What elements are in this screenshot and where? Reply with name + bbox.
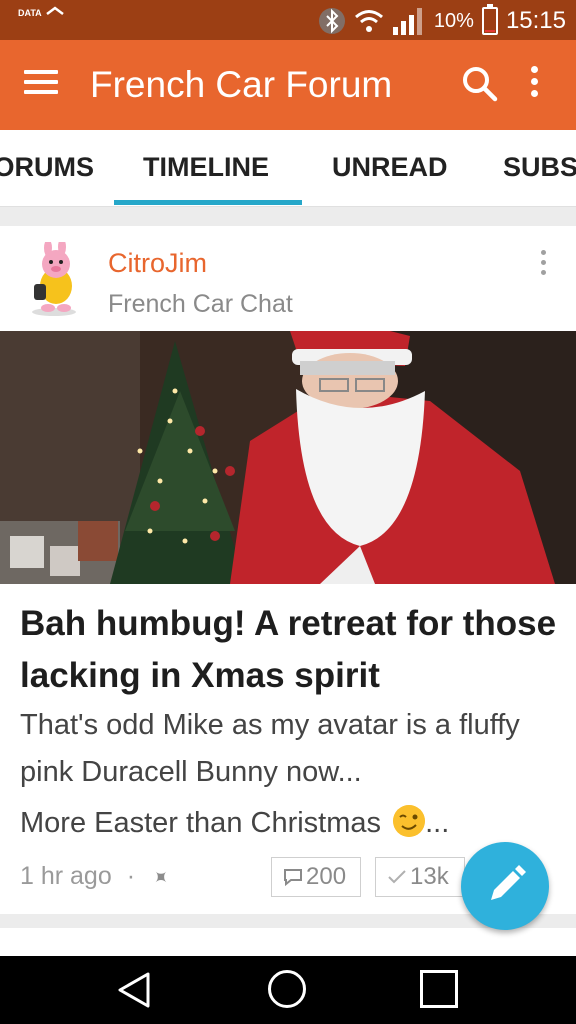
app-title: French Car Forum: [90, 64, 393, 105]
post-excerpt: That's odd Mike as my avatar is a fluffy…: [20, 702, 560, 847]
menu-icon[interactable]: [24, 70, 58, 100]
battery-percent: 10%: [433, 9, 474, 32]
excerpt-line-2: More Easter than Christmas: [20, 807, 382, 839]
wink-emoji-icon: [393, 805, 426, 837]
tab-subs[interactable]: SUBS: [503, 152, 576, 183]
data-indicator: DATA: [18, 6, 66, 18]
post-title[interactable]: Bah humbug! A retreat for those lacking …: [20, 598, 560, 702]
data-arrows-icon: [46, 6, 64, 15]
avatar[interactable]: [22, 242, 86, 318]
signal-icon: [392, 8, 422, 35]
wifi-icon: [354, 10, 383, 32]
post-author[interactable]: CitroJim: [108, 248, 207, 279]
post-meta: 1 hr ago · ✦: [20, 862, 174, 892]
comments-count[interactable]: 200: [271, 857, 361, 897]
pencil-icon: [491, 865, 526, 900]
post-card[interactable]: CitroJim French Car Chat Bah humbug! A r…: [0, 226, 576, 914]
navigation-bar: [0, 956, 576, 1024]
post-time: 1 hr ago: [20, 862, 112, 890]
tab-unread[interactable]: UNREAD: [332, 152, 448, 183]
meta-separator: ·: [126, 862, 136, 890]
views-count[interactable]: 13k: [375, 857, 465, 897]
search-icon[interactable]: [460, 64, 500, 104]
app-bar: French Car Forum: [0, 40, 576, 130]
post-forum[interactable]: French Car Chat: [108, 290, 293, 314]
excerpt-ellipsis: ...: [425, 807, 450, 839]
tab-bar: FORUMS TIMELINE UNREAD SUBS: [0, 130, 576, 207]
recents-icon[interactable]: [420, 970, 458, 1008]
battery-level: [484, 29, 495, 32]
card-more-icon[interactable]: [536, 250, 550, 284]
data-indicator-label: DATA: [18, 8, 42, 18]
tab-forums[interactable]: FORUMS: [0, 152, 94, 183]
back-icon[interactable]: [114, 970, 154, 1010]
battery-icon: [481, 4, 498, 35]
compose-button[interactable]: [461, 842, 549, 930]
status-icons: 10% 15:15: [318, 4, 566, 36]
excerpt-line-1: That's odd Mike as my avatar is a fluffy…: [20, 709, 520, 788]
comment-icon: [284, 869, 302, 887]
home-icon[interactable]: [268, 970, 306, 1008]
comments-value: 200: [306, 863, 347, 890]
tab-timeline[interactable]: TIMELINE: [143, 152, 269, 183]
clock: 15:15: [505, 7, 566, 34]
views-value: 13k: [410, 863, 449, 890]
post-image[interactable]: [0, 331, 576, 584]
status-bar: DATA 10% 15:15: [0, 0, 576, 40]
check-icon: [388, 870, 406, 884]
active-tab-indicator: [114, 200, 302, 205]
more-vert-icon[interactable]: [524, 66, 544, 106]
bluetooth-icon: [318, 8, 345, 34]
pin-icon: ✦: [146, 864, 174, 892]
